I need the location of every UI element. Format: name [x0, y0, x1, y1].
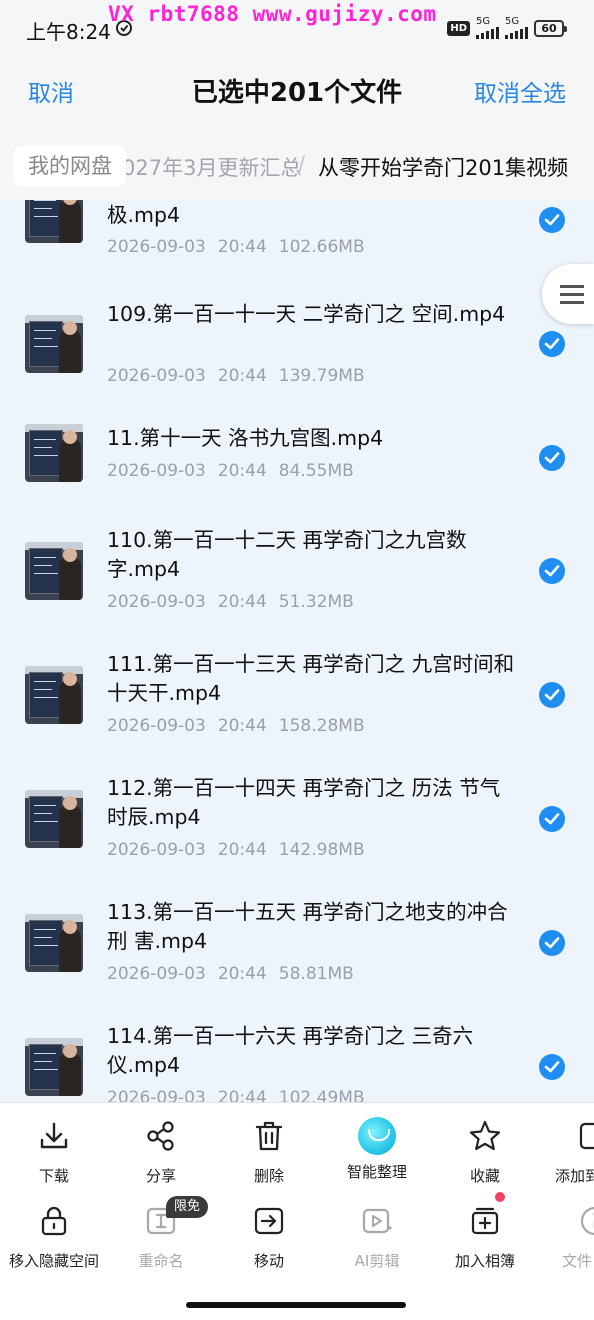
- file-list[interactable]: 极.mp4 2026-09-03 20:44 102.66MB 109.第一百一十一…: [0, 200, 594, 1102]
- lock-icon: [41, 1206, 67, 1236]
- file-row[interactable]: 110.第一百一十二天 再学奇门之九宫数字.mp4 2026-09-03 20:4…: [0, 526, 594, 650]
- checkbox-checked[interactable]: [539, 930, 565, 956]
- file-row[interactable]: 113.第一百一十五天 再学奇门之地支的冲合 刑 害.mp4 2026-09-0…: [0, 898, 594, 1022]
- file-meta: 2026-09-03 20:44 58.81MB: [107, 964, 354, 984]
- side-menu-handle[interactable]: [542, 264, 594, 324]
- file-info-button[interactable]: 文件: [538, 1204, 594, 1271]
- file-row[interactable]: 112.第一百一十四天 再学奇门之 历法 节气 时辰.mp4 2026-09-0…: [0, 774, 594, 898]
- file-meta: 2026-09-03 20:44 139.79MB: [107, 366, 365, 386]
- selection-header: 取消 已选中201个文件 取消全选: [0, 56, 594, 126]
- add-to-button[interactable]: 添加到: [538, 1119, 594, 1186]
- video-thumbnail: [25, 790, 83, 848]
- action-sheet: 下载 分享 删除 智能整理 收藏 添加到 移入隐藏空间 重命名 移动 AI剪辑 …: [0, 1102, 594, 1320]
- home-indicator[interactable]: [186, 1302, 406, 1308]
- video-thumbnail: [25, 200, 83, 243]
- move-to-hidden-space-button[interactable]: 移入隐藏空间: [0, 1204, 109, 1271]
- breadcrumb-item-root[interactable]: 我的网盘: [14, 146, 126, 186]
- breadcrumb: 027年3月更新汇总 我的网盘 / 从零开始学奇门201集视频: [0, 126, 594, 200]
- add-to-album-button[interactable]: 加入相簿: [430, 1204, 540, 1271]
- free-badge: 限免: [166, 1196, 209, 1218]
- info-icon: [580, 1206, 594, 1236]
- share-button[interactable]: 分享: [106, 1119, 216, 1186]
- checkbox-checked[interactable]: [539, 445, 565, 471]
- download-button[interactable]: 下载: [0, 1119, 109, 1186]
- file-name: 111.第一百一十三天 再学奇门之 九宫时间和十天干.mp4: [107, 652, 515, 705]
- checkbox-checked[interactable]: [539, 1054, 565, 1080]
- checkbox-checked[interactable]: [539, 207, 565, 233]
- file-row[interactable]: 114.第一百一十六天 再学奇门之 三奇六仪.mp4 2026-09-03 20:…: [0, 1022, 594, 1102]
- trash-icon: [255, 1121, 283, 1151]
- file-meta: 2026-09-03 20:44 84.55MB: [107, 461, 354, 481]
- checkbox-checked[interactable]: [539, 682, 565, 708]
- ai-clip-button[interactable]: AI剪辑: [322, 1204, 432, 1271]
- add-to-icon: [579, 1122, 594, 1150]
- move-button[interactable]: 移动: [214, 1204, 324, 1271]
- checkbox-checked[interactable]: [539, 806, 565, 832]
- file-meta: 2026-09-03 20:44 142.98MB: [107, 840, 365, 860]
- video-thumbnail: [25, 914, 83, 972]
- delete-button[interactable]: 删除: [214, 1119, 324, 1186]
- cancel-all-button[interactable]: 取消全选: [474, 74, 566, 108]
- star-icon: [469, 1120, 501, 1151]
- file-meta: 2026-09-03 20:44 51.32MB: [107, 592, 354, 612]
- video-thumbnail: [25, 666, 83, 724]
- checkbox-checked[interactable]: [539, 331, 565, 357]
- ai-organize-icon: [358, 1117, 396, 1155]
- breadcrumb-item-middle[interactable]: 027年3月更新汇总: [122, 152, 301, 182]
- video-thumbnail: [25, 315, 83, 373]
- file-name: 极.mp4: [107, 203, 181, 227]
- status-time: 上午8:24: [26, 20, 111, 44]
- video-thumbnail: [25, 542, 83, 600]
- file-name: 114.第一百一十六天 再学奇门之 三奇六仪.mp4: [107, 1024, 474, 1077]
- favorite-button[interactable]: 收藏: [430, 1119, 540, 1186]
- file-name: 110.第一百一十二天 再学奇门之九宫数字.mp4: [107, 528, 467, 581]
- move-icon: [254, 1207, 284, 1235]
- breadcrumb-separator: /: [298, 152, 306, 176]
- file-row[interactable]: 109.第一百一十一天 二学奇门之 空间.mp4 2026-09-03 20:44…: [0, 300, 594, 424]
- file-meta: 2026-09-03 20:44 158.28MB: [107, 716, 365, 736]
- watermark-text: VX rbt7688 www.gujizy.com: [108, 2, 437, 26]
- add-album-icon: [471, 1207, 499, 1235]
- checkbox-checked[interactable]: [539, 558, 565, 584]
- notification-dot: [495, 1192, 505, 1202]
- file-name: 113.第一百一十五天 再学奇门之地支的冲合 刑 害.mp4: [107, 900, 508, 953]
- file-name: 109.第一百一十一天 二学奇门之 空间.mp4: [107, 302, 506, 326]
- breadcrumb-item-current: 从零开始学奇门201集视频: [318, 156, 569, 180]
- ai-clip-icon: [362, 1208, 392, 1234]
- signal-icon: 5G: [476, 17, 499, 39]
- video-thumbnail: [25, 1038, 83, 1096]
- status-icons: HD 5G 5G 60: [447, 16, 567, 40]
- file-meta: 2026-09-03 20:44 102.66MB: [107, 237, 365, 257]
- video-thumbnail: [25, 424, 83, 482]
- file-row[interactable]: 111.第一百一十三天 再学奇门之 九宫时间和十天干.mp4 2026-09-0…: [0, 650, 594, 774]
- file-meta: 2026-09-03 20:44 102.49MB: [107, 1088, 365, 1102]
- status-bar: 上午8:24 VX rbt7688 www.gujizy.com HD 5G 5…: [0, 0, 594, 56]
- download-icon: [40, 1122, 68, 1149]
- file-name: 11.第十一天 洛书九宫图.mp4: [107, 426, 384, 450]
- share-icon: [147, 1121, 174, 1151]
- signal-icon: 5G: [505, 17, 528, 39]
- battery-icon: 60: [534, 19, 567, 37]
- file-name: 112.第一百一十四天 再学奇门之 历法 节气 时辰.mp4: [107, 776, 501, 829]
- hd-badge: HD: [447, 20, 470, 36]
- ai-organize-button[interactable]: 智能整理: [322, 1117, 432, 1182]
